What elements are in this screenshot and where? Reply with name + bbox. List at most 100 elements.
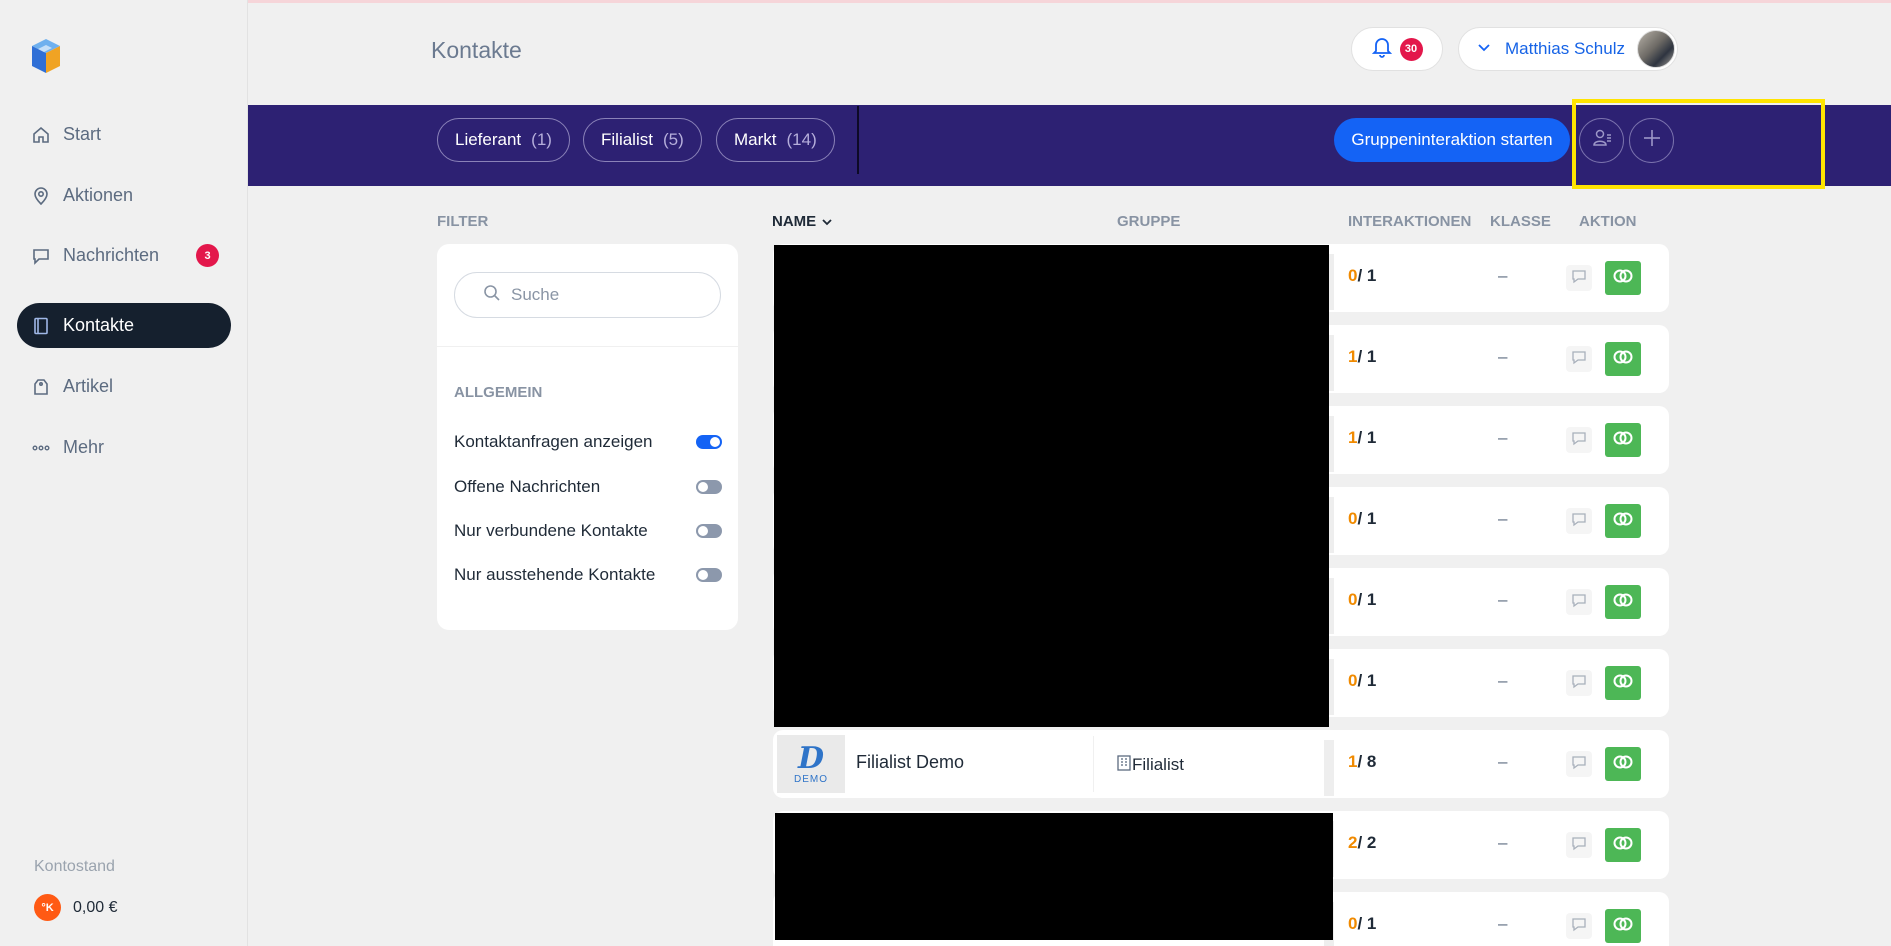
connect-button[interactable] xyxy=(1605,423,1641,457)
cell-divider xyxy=(1093,736,1094,792)
connect-button[interactable] xyxy=(1605,504,1641,538)
sidebar-item-aktionen[interactable]: Aktionen xyxy=(17,173,231,218)
plus-icon xyxy=(1641,127,1663,154)
search-field[interactable] xyxy=(454,272,721,318)
interactions-count: 0/ 1 xyxy=(1348,266,1376,286)
book-icon xyxy=(31,316,51,336)
pending-contacts-toggle[interactable] xyxy=(696,568,722,582)
class-value: – xyxy=(1498,590,1508,609)
connect-button[interactable] xyxy=(1605,666,1641,700)
connect-rings-icon xyxy=(1612,268,1634,289)
chip-count: (1) xyxy=(531,130,552,149)
contact-settings-button[interactable] xyxy=(1579,118,1624,163)
page-title: Kontakte xyxy=(431,37,522,63)
message-button[interactable] xyxy=(1566,832,1592,858)
column-header-action: AKTION xyxy=(1579,213,1637,230)
connect-rings-icon xyxy=(1612,754,1634,775)
filter-panel: ALLGEMEIN Kontaktanfragen anzeigen Offen… xyxy=(437,244,738,630)
open-messages-toggle[interactable] xyxy=(696,480,722,494)
message-button[interactable] xyxy=(1566,265,1592,291)
class-value: – xyxy=(1498,914,1508,933)
contact-logo: D DEMO xyxy=(777,735,845,793)
chat-icon xyxy=(1571,673,1587,694)
sidebar-item-kontakte[interactable]: Kontakte xyxy=(17,303,231,348)
sidebar-item-nachrichten[interactable]: Nachrichten 3 xyxy=(17,233,231,278)
connect-rings-icon xyxy=(1612,673,1634,694)
sidebar-item-start[interactable]: Start xyxy=(17,112,231,157)
sidebar-item-label: Nachrichten xyxy=(63,245,160,265)
message-button[interactable] xyxy=(1566,670,1592,696)
interactions-total: / 1 xyxy=(1357,347,1377,366)
class-value: – xyxy=(1498,509,1508,528)
chip-label: Filialist xyxy=(601,130,653,149)
connected-contacts-toggle[interactable] xyxy=(696,524,722,538)
toggle-label: Nur verbundene Kontakte xyxy=(454,521,648,540)
app-logo-icon[interactable] xyxy=(28,36,64,76)
sidebar-item-label: Start xyxy=(63,124,102,144)
interactions-total: / 1 xyxy=(1357,428,1377,447)
connect-rings-icon xyxy=(1612,511,1634,532)
unread-messages-badge: 3 xyxy=(196,244,219,267)
message-button[interactable] xyxy=(1566,751,1592,777)
connect-button[interactable] xyxy=(1605,828,1641,862)
message-button[interactable] xyxy=(1566,346,1592,372)
connect-button[interactable] xyxy=(1605,261,1641,295)
column-header-name[interactable]: NAME xyxy=(772,213,833,230)
group-chip-markt[interactable]: Markt (14) xyxy=(716,118,835,162)
connect-rings-icon xyxy=(1612,430,1634,451)
connect-button[interactable] xyxy=(1605,747,1641,781)
message-button[interactable] xyxy=(1566,508,1592,534)
connect-button[interactable] xyxy=(1605,585,1641,619)
add-contact-button[interactable] xyxy=(1629,118,1674,163)
toggle-label: Kontaktanfragen anzeigen xyxy=(454,432,653,451)
banner-divider xyxy=(857,106,859,174)
chat-icon xyxy=(1571,430,1587,451)
chip-count: (14) xyxy=(786,130,817,149)
top-accent-line xyxy=(0,0,1891,3)
message-button[interactable] xyxy=(1566,589,1592,615)
show-contact-requests-toggle[interactable] xyxy=(696,435,722,449)
chat-icon xyxy=(1571,592,1587,613)
sidebar-item-artikel[interactable]: Artikel xyxy=(17,364,231,409)
chip-count: (5) xyxy=(662,130,684,149)
chat-icon xyxy=(1571,511,1587,532)
logo-text: DEMO xyxy=(794,773,828,785)
home-icon xyxy=(31,125,51,145)
filter-toggle-row: Nur ausstehende Kontakte xyxy=(454,563,722,587)
filter-title: FILTER xyxy=(437,213,489,230)
balance: °K 0,00 € xyxy=(34,894,117,921)
chat-icon xyxy=(1571,835,1587,856)
sidebar-item-mehr[interactable]: Mehr xyxy=(17,425,231,470)
chat-icon xyxy=(1571,268,1587,289)
user-menu[interactable]: Matthias Schulz xyxy=(1458,27,1678,71)
group-chip-filialist[interactable]: Filialist (5) xyxy=(583,118,702,162)
group-chip-lieferant[interactable]: Lieferant (1) xyxy=(437,118,570,162)
notifications-button[interactable]: 30 xyxy=(1351,27,1443,71)
interactions-total: / 1 xyxy=(1357,914,1377,933)
balance-label: Kontostand xyxy=(34,858,115,875)
chip-label: Lieferant xyxy=(455,130,522,149)
column-header-group: GRUPPE xyxy=(1117,213,1181,230)
coin-icon: °K xyxy=(34,894,61,921)
sidebar: Start Aktionen Nachrichten 3 Kontakte Ar… xyxy=(0,0,248,946)
table-row[interactable]: D DEMO Filialist Demo Filialist 1/ 8 – xyxy=(773,730,1669,798)
contact-group: Filialist xyxy=(1116,753,1184,776)
interactions-total: / 1 xyxy=(1357,509,1377,528)
start-group-interaction-button[interactable]: Gruppeninteraktion starten xyxy=(1334,118,1570,162)
connect-rings-icon xyxy=(1612,835,1634,856)
contact-name[interactable]: Filialist Demo xyxy=(856,752,964,773)
filter-toggle-row: Offene Nachrichten xyxy=(454,475,722,499)
connect-button[interactable] xyxy=(1605,342,1641,376)
sidebar-item-label: Kontakte xyxy=(63,315,135,335)
message-button[interactable] xyxy=(1566,913,1592,939)
chat-icon xyxy=(31,246,51,266)
chevron-down-icon xyxy=(1477,40,1491,58)
connect-rings-icon xyxy=(1612,916,1634,937)
tag-icon xyxy=(31,377,51,397)
interactions-total: / 2 xyxy=(1357,833,1377,852)
user-name: Matthias Schulz xyxy=(1505,39,1625,58)
more-dots-icon xyxy=(31,438,51,458)
connect-button[interactable] xyxy=(1605,909,1641,943)
message-button[interactable] xyxy=(1566,427,1592,453)
search-input[interactable] xyxy=(511,285,711,305)
